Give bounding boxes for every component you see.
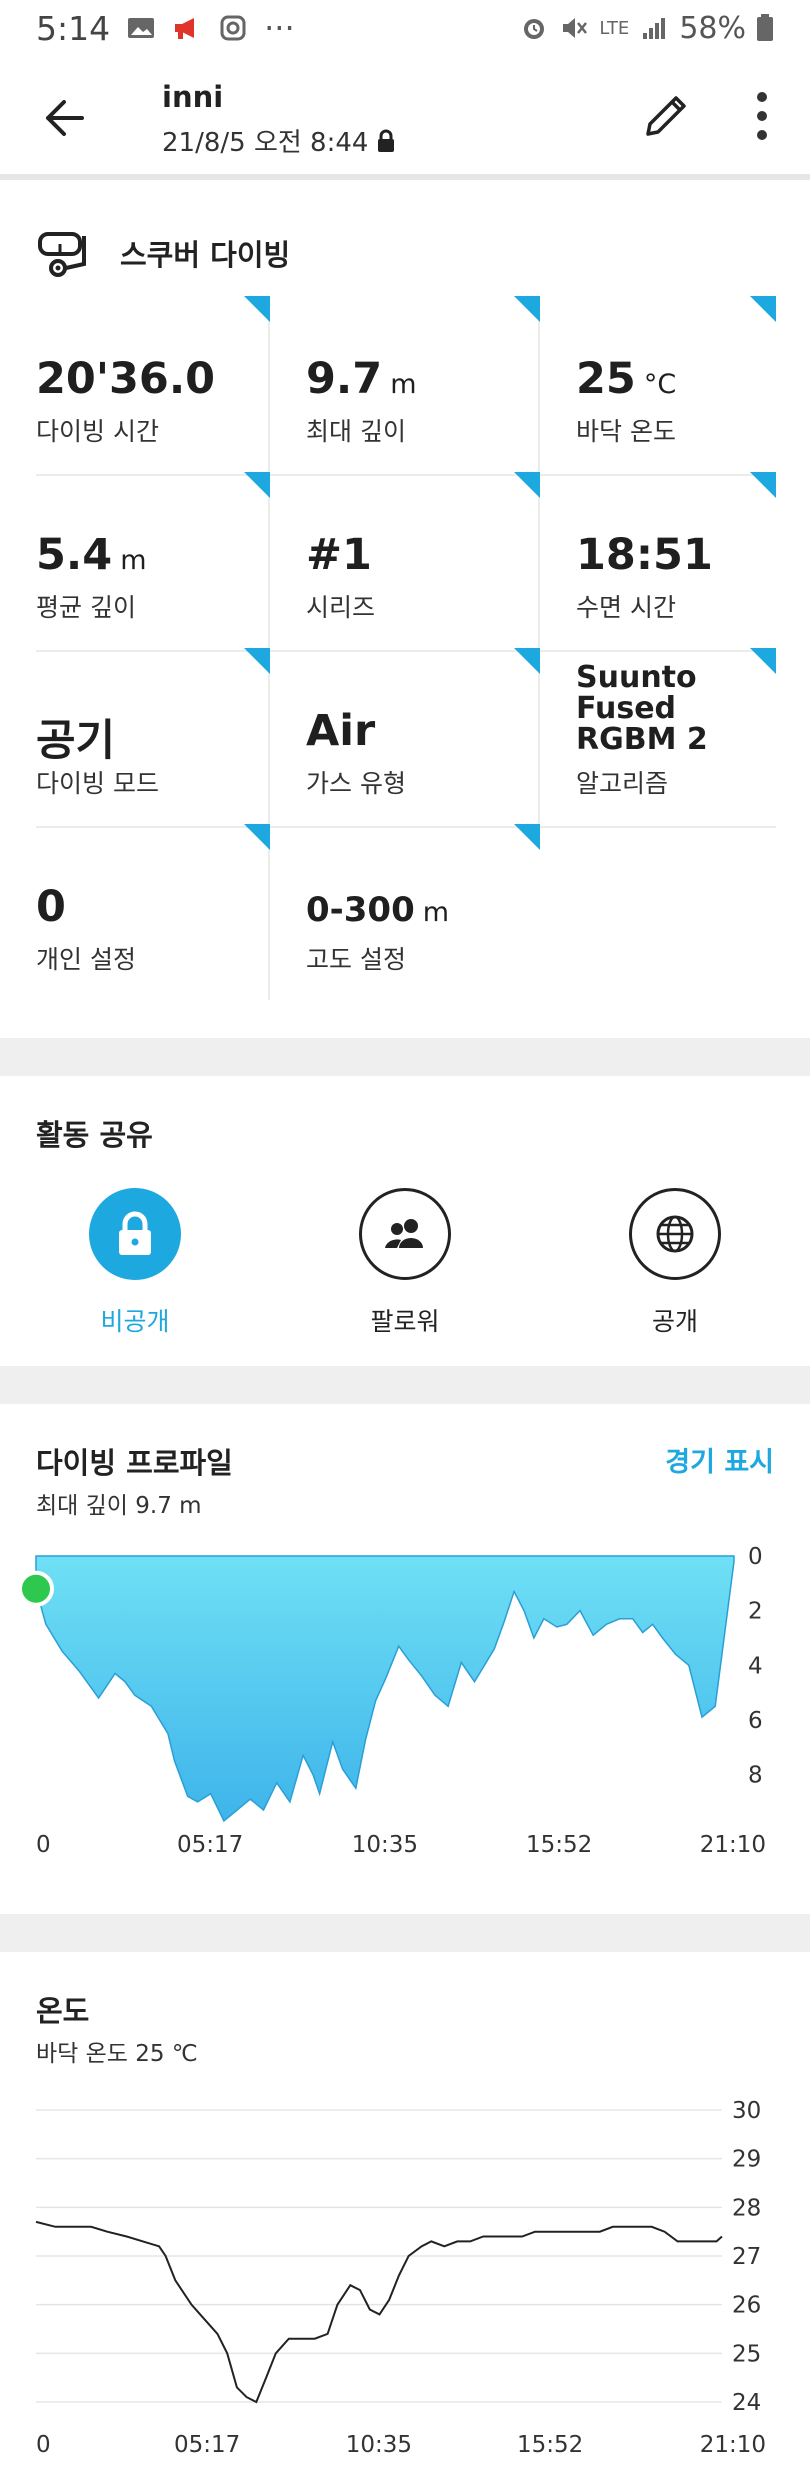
arrow-left-icon [46,100,84,136]
stat-algorithm[interactable]: Suunto Fused RGBM 2 알고리즘 [576,648,776,824]
x-tick-label: 10:35 [346,2432,412,2458]
y-tick-label: 0 [748,1544,763,1570]
y-tick-label: 30 [732,2098,761,2124]
y-tick-label: 25 [732,2341,761,2367]
share-public-option[interactable]: 공개 [590,1188,760,1338]
y-tick-label: 24 [732,2390,761,2416]
dive-profile-title: 다이빙 프로파일 [36,1446,233,1480]
section-separator [0,1038,810,1076]
stat-corner-marker [750,296,776,322]
temperature-line [35,2220,723,2404]
x-tick-label: 21:10 [700,2432,766,2458]
stat-corner-marker [514,824,540,850]
y-tick-label: 29 [732,2147,761,2173]
stat-avg-depth[interactable]: 5.4 m 평균 깊이 [36,472,270,648]
share-card: 활동 공유 비공개 팔로워 공개 [0,1076,810,1366]
activity-datetime: 21/8/5 오전 8:44 [162,128,369,158]
mute-icon [563,18,588,38]
share-public-label: 공개 [651,1307,698,1336]
x-tick-label: 15:52 [517,2432,583,2458]
dive-summary-card: 스쿠버 다이빙 20'36.0 다이빙 시간 9.7 m 최대 깊이 25 °C 바… [0,186,810,1038]
stat-altitude-setting[interactable]: 0-300 m 고도 설정 [306,824,540,1000]
stat-corner-marker [244,648,270,674]
pencil-icon [646,96,686,136]
stat-corner-marker [514,296,540,322]
share-public-circle[interactable] [629,1188,721,1280]
app-header: inni 21/8/5 오전 8:44 [0,56,810,180]
y-tick-label: 27 [732,2244,761,2270]
lock-icon [119,1211,151,1255]
dive-start-marker [18,1570,54,1607]
stat-corner-marker [244,824,270,850]
signal-icon [643,18,666,39]
share-followers-label: 팔로워 [370,1307,440,1336]
x-tick-label: 0 [36,1832,51,1858]
y-tick-label: 28 [732,2195,761,2221]
stat-dive-mode[interactable]: 공기 다이빙 모드 [36,648,270,824]
section-separator [0,1366,810,1404]
y-tick-label: 26 [732,2293,761,2319]
x-tick-label: 10:35 [352,1832,418,1858]
status-bar: 5:14 ··· LTE 58% [0,0,810,56]
edit-button[interactable] [636,86,696,146]
temperature-title: 온도 [36,1994,90,2028]
page-title: inni [162,80,224,114]
more-options-button[interactable] [742,86,782,146]
stat-dive-time[interactable]: 20'36.0 다이빙 시간 [36,296,270,472]
megaphone-icon [175,18,195,39]
back-button[interactable] [36,90,92,146]
stat-corner-marker [750,472,776,498]
show-workout-link[interactable]: 경기 표시 [665,1440,774,1479]
alarm-icon [524,19,545,39]
y-tick-label: 4 [748,1653,763,1679]
share-private-circle[interactable] [89,1188,181,1280]
dive-profile-card: 다이빙 프로파일 경기 표시 최대 깊이 9.7 m 0 2 4 6 8 0 05:17 10… [0,1404,810,1914]
section-separator [0,1914,810,1952]
share-private-label: 비공개 [100,1307,170,1336]
depth-area [35,1555,735,1823]
x-tick-label: 0 [36,2432,51,2458]
stat-personal-setting[interactable]: 0 개인 설정 [36,824,270,1000]
status-time: 5:14 [36,8,111,48]
network-type: LTE [599,17,630,39]
globe-icon [656,1215,694,1253]
y-tick-label: 2 [748,1599,763,1625]
followers-icon [385,1219,423,1248]
share-private-option[interactable]: 비공개 [50,1188,220,1338]
stat-surface-time[interactable]: 18:51 수면 시간 [576,472,776,648]
y-tick-label: 8 [748,1763,763,1789]
x-tick-label: 21:10 [700,1832,766,1858]
share-followers-option[interactable]: 팔로워 [320,1188,490,1338]
scuba-mask-icon [38,232,86,277]
stat-corner-marker [244,296,270,322]
y-tick-label: 6 [748,1708,763,1734]
lock-icon [378,129,395,152]
gallery-icon [128,18,155,38]
page-subtitle: 21/8/5 오전 8:44 [162,122,396,159]
battery-icon [757,14,773,41]
dive-profile-subtitle: 최대 깊이 9.7 m [36,1493,202,1519]
x-tick-label: 05:17 [177,1832,243,1858]
share-followers-circle[interactable] [359,1188,451,1280]
x-tick-label: 15:52 [526,1832,592,1858]
instagram-icon [220,15,246,41]
dive-profile-chart[interactable]: 0 2 4 6 8 0 05:17 10:35 15:52 21:10 [0,1524,810,1864]
x-tick-label: 05:17 [174,2432,240,2458]
status-more-dots: ··· [264,9,295,47]
stat-gas-type[interactable]: Air 가스 유형 [306,648,540,824]
battery-percent: 58% [679,10,746,46]
share-title: 활동 공유 [36,1118,153,1152]
stat-max-depth[interactable]: 9.7 m 최대 깊이 [306,296,540,472]
stat-corner-marker [514,472,540,498]
sport-name: 스쿠버 다이빙 [120,238,291,272]
stat-series[interactable]: #1 시리즈 [306,472,540,648]
stat-corner-marker [514,648,540,674]
temperature-chart[interactable]: 30 29 28 27 26 25 24 0 05:17 10:35 15:52 21:10 [0,2062,810,2482]
temperature-card: 온도 바닥 온도 25 ℃ 30 29 28 27 26 25 24 0 05:17 10:35 1… [0,1952,810,2491]
sport-header: 스쿠버 다이빙 [36,218,290,288]
stat-bottom-temp[interactable]: 25 °C 바닥 온도 [576,296,776,472]
stat-corner-marker [244,472,270,498]
